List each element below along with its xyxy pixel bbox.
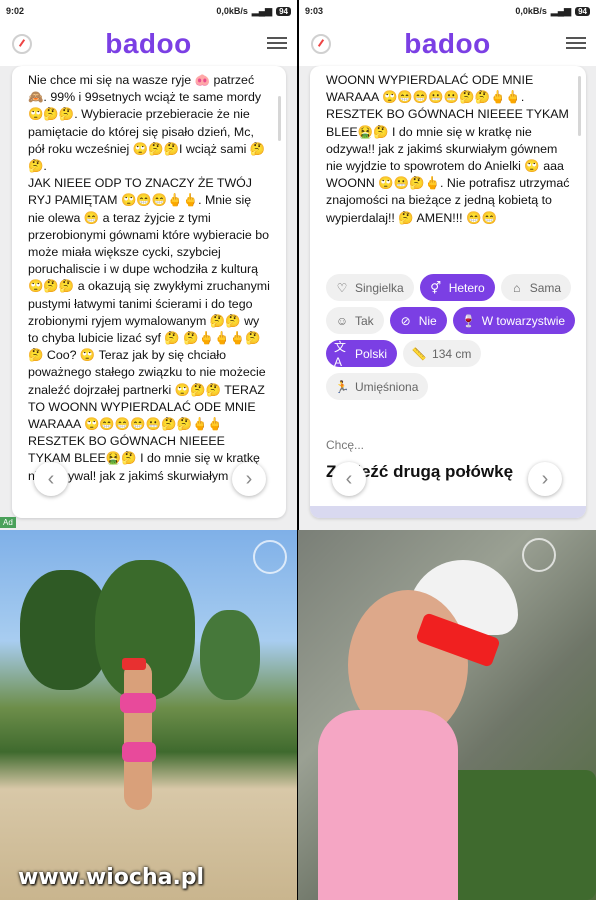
battery-icon: 94: [276, 6, 291, 16]
battery-icon: 94: [575, 6, 590, 16]
smile-icon[interactable]: [522, 538, 556, 572]
next-button[interactable]: ›: [232, 462, 266, 496]
chevron-left-icon: ‹: [345, 468, 353, 490]
right-screenshot: 9:03 0,0kB/s ▂▄▆ 94 badoo WOONN WYPIERDA…: [299, 0, 596, 530]
swimsuit-top: [120, 693, 156, 713]
profile-tag: 📏 134 cm: [403, 340, 482, 367]
smile-icon[interactable]: [253, 540, 287, 574]
profile-tag: ♡ Singielka: [326, 274, 414, 301]
profile-tag-label: Polski: [355, 346, 388, 361]
filters-icon[interactable]: [566, 34, 586, 52]
app-bar: badoo: [0, 22, 297, 66]
chevron-right-icon: ›: [541, 468, 549, 490]
swimsuit-bottom: [122, 742, 156, 762]
chevron-left-icon: ‹: [47, 468, 55, 490]
filters-icon[interactable]: [267, 34, 287, 52]
body-icon: 🏃: [334, 379, 350, 394]
app-bar: badoo: [299, 22, 596, 66]
profile-description: Nie chce mi się na wasze ryje 🐽 patrzeć …: [28, 73, 270, 483]
profile-tag-label: W towarzystwie: [481, 313, 566, 328]
glass-icon: 🍷: [461, 313, 477, 328]
profile-tag: ⌂ Sama: [500, 274, 572, 301]
profile-tag-label: Umięśniona: [355, 379, 419, 394]
status-bar: 9:02 0,0kB/s ▂▄▆ 94: [0, 0, 297, 22]
tree-shape: [200, 610, 260, 700]
profile-tag-label: Sama: [529, 280, 562, 295]
no-smoking-icon: ⊘: [400, 313, 411, 328]
house-icon: ⌂: [513, 280, 521, 295]
smile-icon: ☺: [335, 313, 349, 328]
profile-tag: ⊘ Nie: [389, 307, 447, 334]
app-logo: badoo: [404, 28, 491, 59]
shirt: [318, 710, 458, 900]
profile-card[interactable]: WOONN WYPIERDALAĆ ODE MNIE WARAAA 🙄😁😁😬😬🤔…: [310, 66, 586, 518]
left-screenshot: 9:02 0,0kB/s ▂▄▆ 94 badoo Nie chce mi si…: [0, 0, 297, 530]
profile-tags: ♡ Singielka ⚥ Hetero ⌂ Sama ☺ Tak ⊘ Nie 🍷 W towarzy…: [326, 274, 576, 400]
network-speed: 0,0kB/s: [216, 6, 248, 16]
ruler-icon: 📏: [411, 346, 427, 361]
app-logo: badoo: [105, 28, 192, 59]
profile-tag-label: Tak: [355, 313, 374, 328]
gender-icon: ⚥: [430, 280, 442, 295]
profile-tag: ☺ Tak: [326, 307, 384, 334]
scrollbar[interactable]: [578, 76, 581, 136]
prev-button[interactable]: ‹: [34, 462, 68, 496]
prev-button[interactable]: ‹: [332, 462, 366, 496]
watermark: www.wiocha.pl: [18, 865, 205, 890]
grass-shape: [448, 770, 596, 900]
signal-icon: ▂▄▆: [550, 5, 572, 16]
profile-tag-label: Nie: [418, 313, 437, 328]
wants-label: Chcę...: [326, 438, 365, 452]
profile-tag-label: 134 cm: [432, 346, 472, 361]
profile-photo-selfie[interactable]: [298, 530, 596, 900]
status-time: 9:02: [6, 6, 25, 16]
profile-tag: 文A Polski: [326, 340, 398, 369]
profile-card[interactable]: Nie chce mi się na wasze ryje 🐽 patrzeć …: [12, 66, 286, 518]
heart-icon: ♡: [336, 280, 348, 295]
network-speed: 0,0kB/s: [515, 6, 547, 16]
scrollbar[interactable]: [278, 96, 281, 141]
signal-icon: ▂▄▆: [251, 5, 273, 16]
censor-bar: [122, 658, 146, 670]
profile-tag: ⚥ Hetero: [419, 274, 495, 301]
profile-tag: 🏃 Umięśniona: [326, 373, 429, 400]
chevron-right-icon: ›: [245, 468, 253, 490]
profile-tag-label: Singielka: [355, 280, 404, 295]
card-bottom-strip: [310, 506, 586, 518]
status-bar: 9:03 0,0kB/s ▂▄▆ 94: [299, 0, 596, 22]
profile-tag: 🍷 W towarzystwie: [452, 307, 576, 334]
language-icon: 文A: [334, 340, 347, 369]
profile-photo-beach[interactable]: www.wiocha.pl: [0, 530, 297, 900]
next-button[interactable]: ›: [528, 462, 562, 496]
profile-tag-label: Hetero: [448, 280, 485, 295]
status-time: 9:03: [305, 6, 324, 16]
ad-badge: Ad: [0, 517, 16, 528]
profile-description: WOONN WYPIERDALAĆ ODE MNIE WARAAA 🙄😁😁😬😬🤔…: [326, 73, 573, 225]
person-figure: [124, 660, 152, 810]
